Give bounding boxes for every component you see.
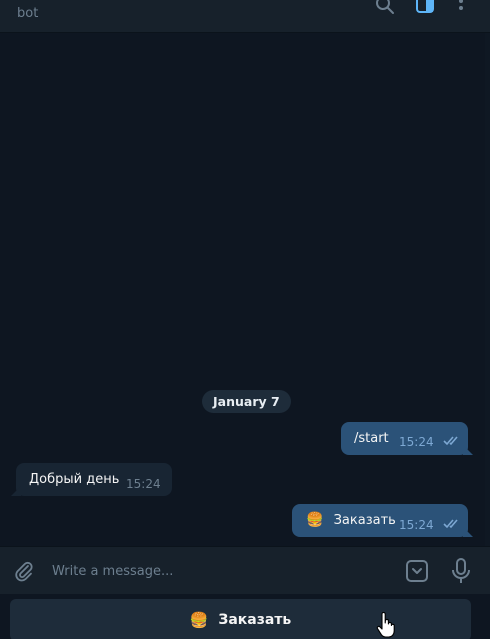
burger-emoji: 🍔 [306, 512, 324, 528]
bubble-tail [463, 445, 473, 455]
bot-keyboard-icon[interactable] [405, 559, 429, 583]
message-bubble-outgoing[interactable]: 🍔 Заказать 15:24 [292, 504, 473, 537]
order-button[interactable]: 🍔 Заказать [10, 599, 471, 639]
message-bubble-outgoing[interactable]: /start 15:24 [341, 422, 473, 455]
scrollbar-track[interactable] [485, 33, 490, 546]
double-check-icon [443, 518, 461, 533]
message-text: /start [354, 431, 389, 446]
search-icon[interactable] [374, 0, 396, 16]
sidebar-toggle-icon[interactable] [414, 0, 436, 16]
chat-header: bot [0, 0, 490, 33]
chat-subtitle: bot [17, 6, 39, 21]
bubble-tail [11, 486, 21, 496]
message-text: Заказать [333, 513, 396, 528]
double-check-icon [443, 435, 461, 450]
bubble-tail [463, 527, 473, 537]
attach-icon[interactable] [13, 560, 35, 582]
more-vertical-icon[interactable] [450, 0, 472, 16]
message-composer [0, 546, 490, 594]
message-list[interactable]: January 7 /start 15:24 Добрый день 15:24… [0, 33, 490, 546]
message-text: Добрый день [29, 472, 120, 487]
date-separator: January 7 [202, 390, 291, 413]
bot-keyboard: 🍔 Заказать [0, 594, 490, 639]
message-time: 15:24 [399, 518, 434, 532]
microphone-icon[interactable] [450, 558, 472, 584]
hand-cursor-icon [376, 611, 396, 638]
message-time: 15:24 [399, 435, 434, 449]
message-bubble-incoming[interactable]: Добрый день 15:24 [11, 463, 172, 496]
message-input[interactable] [52, 561, 382, 581]
message-time: 15:24 [126, 477, 161, 491]
burger-emoji: 🍔 [189, 610, 209, 629]
order-button-label: Заказать [218, 612, 292, 628]
